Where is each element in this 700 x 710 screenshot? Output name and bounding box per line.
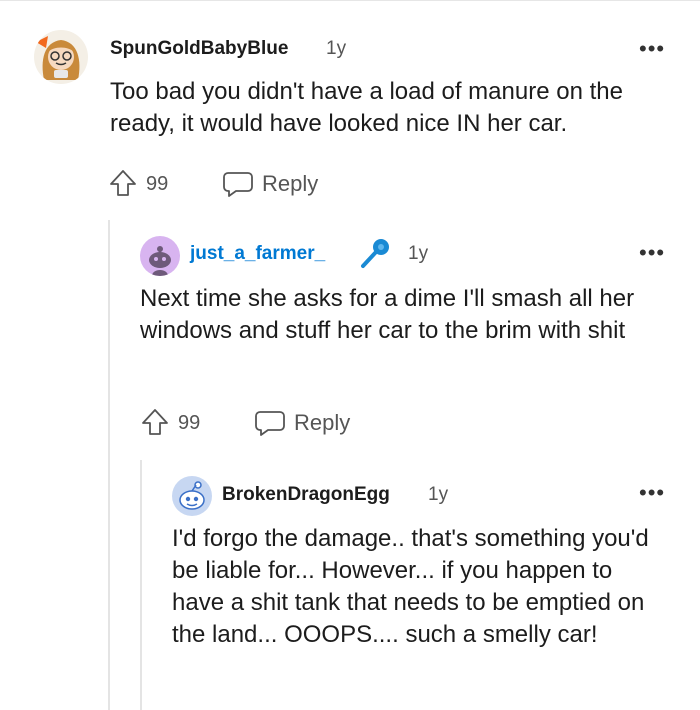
comment-actions: 99 Reply [140,407,440,439]
reply-icon [223,172,253,197]
upvote-icon[interactable] [140,407,170,437]
comment-actions: 99 Reply [108,168,408,200]
comment-age: 1y [428,484,449,505]
comment-body: I'd forgo the damage.. that's something … [172,525,649,648]
thread-line [140,460,142,710]
reply-button[interactable]: Reply [222,168,342,198]
thread-line [108,220,110,710]
snoo-avatar-icon [179,481,205,510]
comment-body: Next time she asks for a dime I'll smash… [140,285,635,344]
comment-age: 1y [408,243,429,264]
microphone-icon [361,239,389,268]
more-options-button[interactable]: ••• [639,242,665,264]
more-options-button[interactable]: ••• [639,482,665,504]
avatar[interactable] [140,236,180,276]
upvote-icon[interactable] [108,168,138,198]
reply-label: Reply [262,171,319,196]
vote-count: 99 [146,173,169,195]
avatar[interactable] [34,30,88,84]
comment-username[interactable]: BrokenDragonEgg [222,484,390,506]
vote-count: 99 [178,412,201,434]
more-options-button[interactable]: ••• [639,38,665,60]
reply-label: Reply [294,410,351,435]
reply-icon [255,411,285,436]
girl-avatar-icon [36,36,80,80]
top-divider [0,0,700,1]
comment-body: Too bad you didn't have a load of manure… [110,78,623,137]
avatar[interactable] [172,476,212,516]
reply-button[interactable]: Reply [254,407,374,437]
comment-username[interactable]: just_a_farmer_ [190,243,325,265]
comment-age: 1y [326,38,347,59]
snoo-avatar-icon [149,246,171,276]
comment-username[interactable]: SpunGoldBabyBlue [110,38,288,60]
